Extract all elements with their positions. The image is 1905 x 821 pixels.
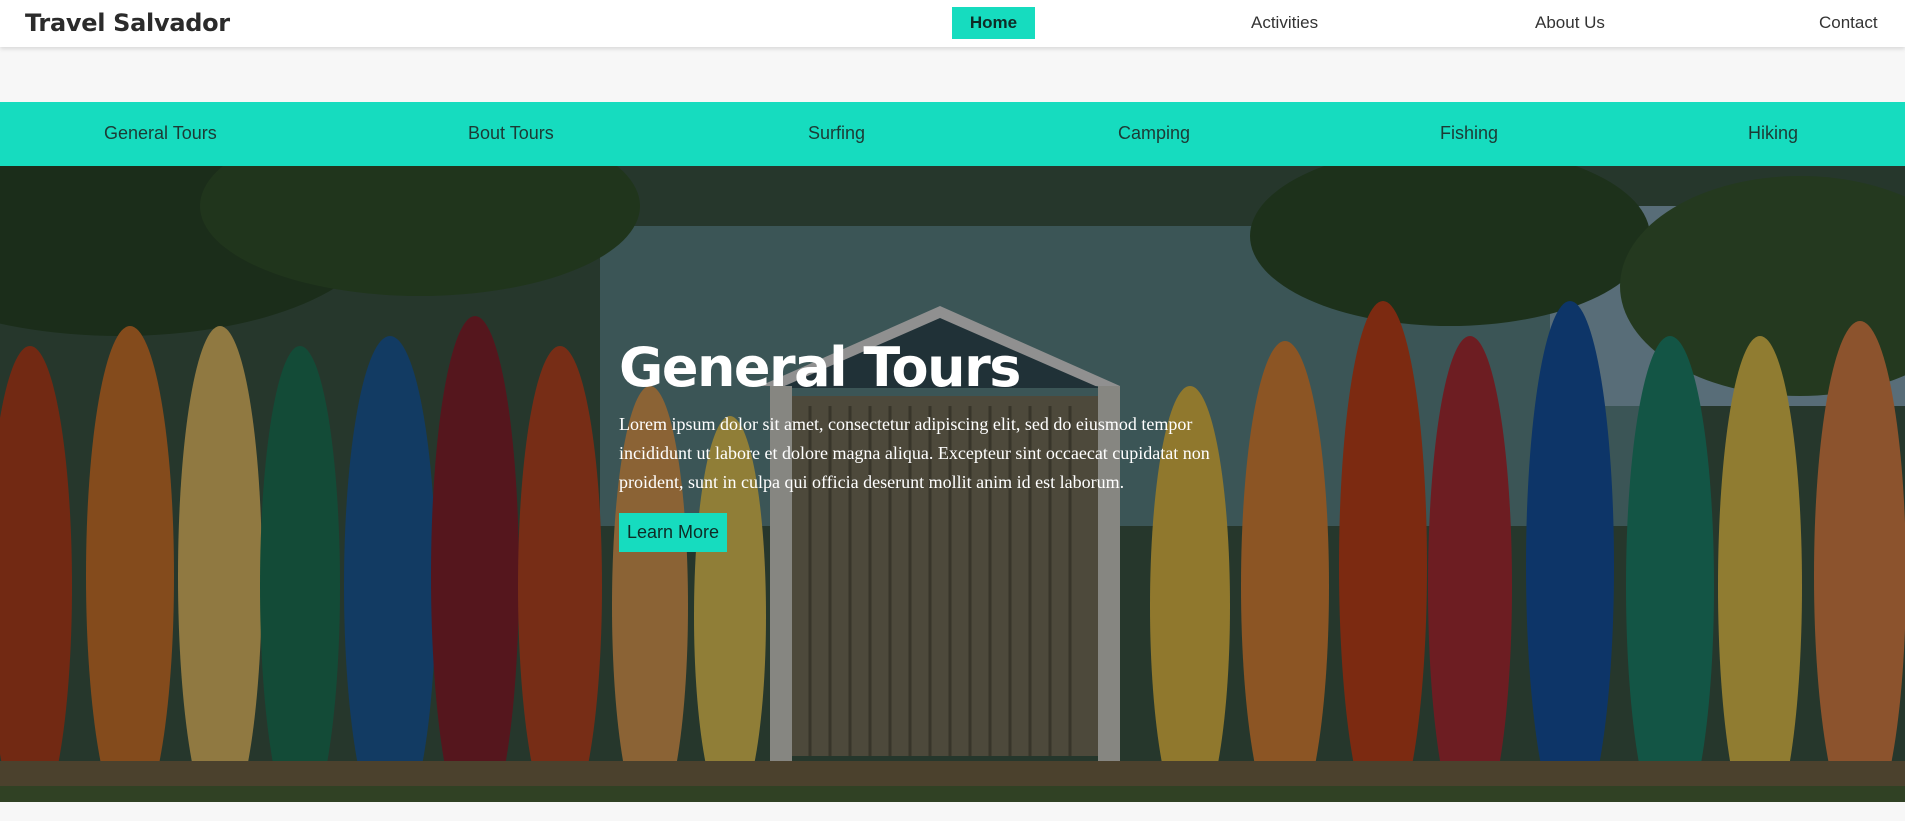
category-general-tours[interactable]: General Tours bbox=[104, 123, 217, 144]
nav-home-link[interactable]: Home bbox=[952, 7, 1035, 39]
top-navbar: Travel Salvador Home Activities About Us… bbox=[0, 0, 1905, 47]
nav-activities-link[interactable]: Activities bbox=[1251, 13, 1318, 33]
category-surfing[interactable]: Surfing bbox=[808, 123, 865, 144]
hero-description: Lorem ipsum dolor sit amet, consectetur … bbox=[619, 414, 1210, 492]
nav-contact-link[interactable]: Contact bbox=[1819, 13, 1878, 33]
category-fishing[interactable]: Fishing bbox=[1440, 123, 1498, 144]
category-bar: General Tours Bout Tours Surfing Camping… bbox=[0, 102, 1905, 166]
category-bout-tours[interactable]: Bout Tours bbox=[468, 123, 554, 144]
page-bottom-strip bbox=[0, 802, 1905, 821]
hero-content: General Tours Lorem ipsum dolor sit amet… bbox=[619, 336, 1259, 552]
nav-about-link[interactable]: About Us bbox=[1535, 13, 1605, 33]
hero-title: General Tours bbox=[619, 336, 1021, 399]
brand-logo[interactable]: Travel Salvador bbox=[25, 9, 230, 37]
hero-banner: General Tours Lorem ipsum dolor sit amet… bbox=[0, 166, 1905, 802]
learn-more-button[interactable]: Learn More bbox=[619, 513, 727, 552]
category-camping[interactable]: Camping bbox=[1118, 123, 1190, 144]
category-hiking[interactable]: Hiking bbox=[1748, 123, 1798, 144]
